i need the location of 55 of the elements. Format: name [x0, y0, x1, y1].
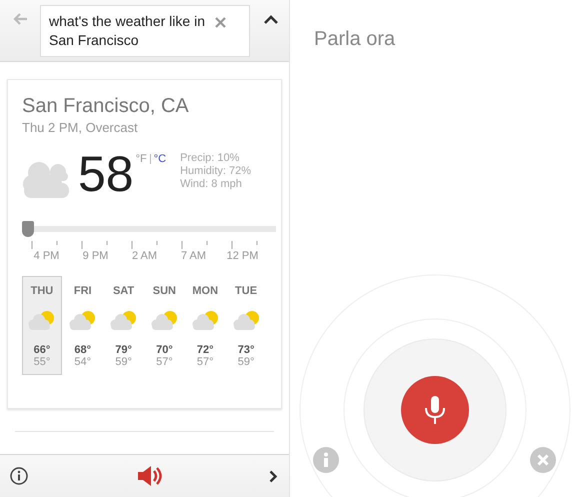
high-temperature: 79° [115, 344, 132, 356]
slider-thumb[interactable] [22, 221, 34, 237]
partly-cloudy-icon [110, 310, 138, 330]
microphone-icon [424, 395, 446, 425]
partly-cloudy-icon [69, 310, 96, 330]
query-text: what's the weather like in San Francisco [49, 12, 206, 50]
condition-text: Thu 2 PM, Overcast [22, 120, 139, 135]
high-temperature: 73° [238, 344, 254, 356]
day-forecast[interactable]: MON 72° 57° [185, 276, 226, 375]
hour-label: 2 AM [130, 250, 158, 262]
day-label: TUE [235, 285, 258, 297]
partly-cloudy-icon [28, 310, 56, 330]
day-forecast[interactable]: SAT 79° 59° [104, 276, 144, 375]
unit-link[interactable]: °C [154, 153, 166, 165]
detail-text: Humidity: 72% [180, 165, 252, 178]
day-forecast[interactable]: FRI 68° 54° [62, 276, 103, 375]
low-temperature: 57° [196, 356, 214, 368]
back-arrow-icon[interactable] [12, 12, 28, 26]
cloud-icon [22, 159, 72, 199]
clear-icon[interactable] [215, 16, 226, 28]
hour-label: 12 PM [226, 250, 260, 262]
hour-label: 9 PM [82, 250, 110, 262]
low-temperature: 55° [34, 356, 50, 368]
high-temperature: 66° [34, 344, 50, 356]
day-forecast[interactable]: SUN 70° 57° [144, 276, 184, 375]
hour-label: 4 PM [32, 250, 60, 262]
low-temperature: 54° [74, 356, 92, 368]
chevron-right-icon[interactable] [269, 470, 278, 482]
partly-cloudy-icon [150, 310, 178, 330]
partly-cloudy-icon [232, 310, 260, 330]
low-temperature: 59° [115, 356, 132, 368]
day-forecast[interactable]: TUE 73° 59° [226, 276, 266, 375]
voice-prompt: Parla ora [314, 28, 396, 51]
hour-label: 7 AM [180, 250, 208, 262]
day-label: MON [192, 285, 218, 297]
unit-label: °F [136, 153, 147, 165]
partly-cloudy-icon [192, 310, 219, 330]
high-temperature: 70° [156, 344, 173, 356]
high-temperature: 68° [74, 344, 92, 356]
temperature-value: 58 [78, 149, 134, 199]
detail-text: Wind: 8 mph [180, 178, 243, 191]
day-label: SAT [112, 285, 134, 297]
low-temperature: 59° [238, 356, 254, 368]
low-temperature: 57° [156, 356, 173, 368]
collapse-caret-icon[interactable] [264, 15, 278, 24]
search-field[interactable]: what's the weather like in San Francisco [40, 4, 250, 56]
day-label: SUN [152, 285, 176, 297]
detail-text: Precip: 10% [180, 152, 240, 165]
speaker-icon[interactable] [136, 464, 162, 488]
high-temperature: 72° [196, 344, 214, 356]
day-forecast[interactable]: THU 66° 55° [22, 276, 62, 375]
day-label: FRI [74, 285, 92, 297]
day-label: THU [30, 285, 54, 297]
location-title: San Francisco, CA [22, 94, 190, 118]
info-icon[interactable] [10, 467, 28, 485]
